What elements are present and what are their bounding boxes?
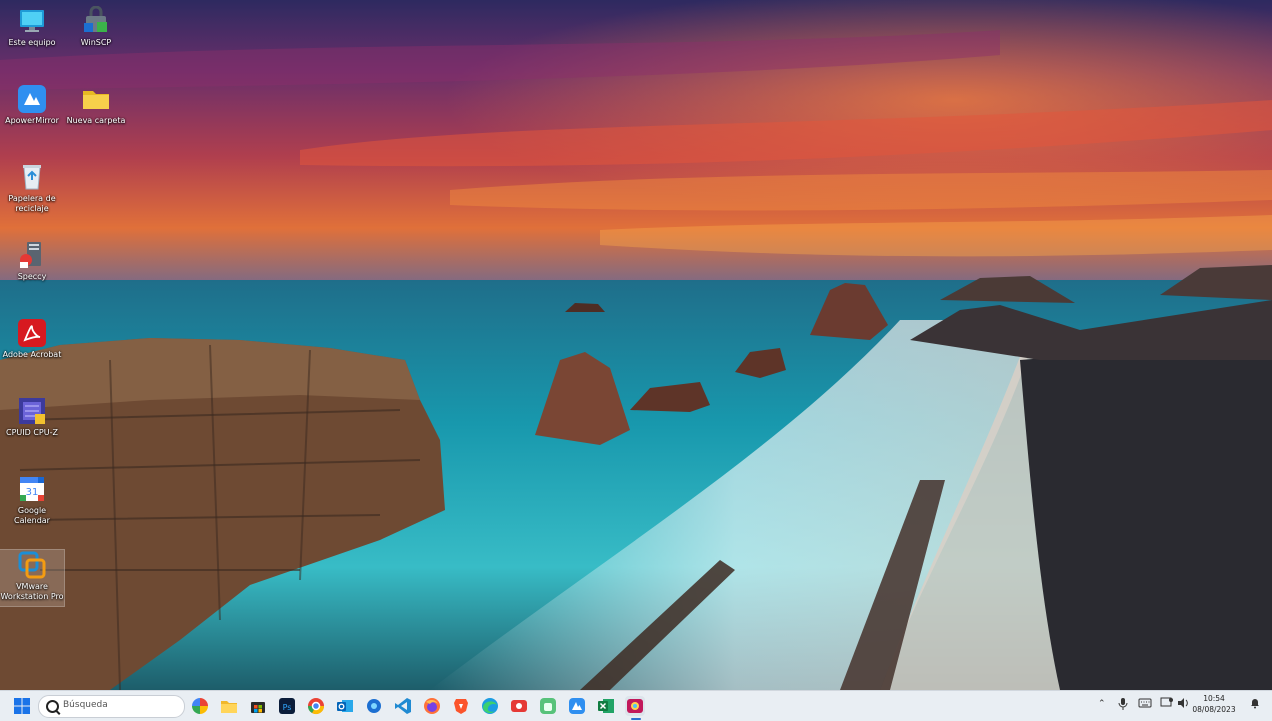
taskbar-app-copilot[interactable] (364, 696, 384, 716)
gradient-app-icon (627, 699, 643, 713)
file-explorer-icon (221, 701, 237, 713)
desktop-wallpaper (0, 0, 1272, 690)
taskbar-app-recorder[interactable] (509, 696, 529, 716)
taskbar-app-pinwheel[interactable] (190, 696, 210, 716)
excel-icon (598, 699, 614, 713)
desktop-icon-winscp[interactable]: WinSCP (64, 5, 128, 48)
winscp-icon (81, 5, 111, 36)
taskbar-app-android[interactable] (538, 696, 558, 716)
desktop-icon-label: VMware Workstation Pro (0, 582, 64, 601)
bell-icon (1251, 699, 1259, 709)
apowermirror-icon (569, 698, 585, 714)
desktop-icon-speccy[interactable]: Speccy (0, 240, 64, 282)
wallpaper-scene (0, 0, 1272, 690)
desktop-icon-adobe-acrobat[interactable]: Adobe Acrobat (0, 318, 64, 360)
recorder-icon (511, 700, 527, 712)
photoshop-icon: Ps (279, 698, 295, 714)
taskbar-app-excel[interactable] (596, 696, 616, 716)
desktop-icon-label: Este equipo (8, 38, 56, 47)
search-icon (46, 700, 59, 713)
svg-text:Ps: Ps (283, 703, 292, 712)
desktop-icon-label: Papelera de reciclaje (8, 194, 56, 213)
desktop-icon-label: ApowerMirror (5, 116, 59, 125)
taskbar-app-edge[interactable] (480, 696, 500, 716)
display-icon (1160, 697, 1173, 707)
copilot-icon (367, 699, 381, 713)
brave-icon (454, 699, 468, 714)
apowermirror-icon (17, 84, 47, 114)
desktop-icon-label: Nueva carpeta (66, 116, 126, 125)
desktop-icon-label: Google Calendar (14, 506, 50, 525)
desktop-icon-papelera[interactable]: Papelera de reciclaje (0, 162, 64, 214)
clock-date: 08/08/2023 (1192, 705, 1236, 714)
desktop-icon-label: Speccy (17, 272, 47, 281)
adobe-acrobat-icon (17, 318, 47, 348)
desktop-icon-cpu-z[interactable]: CPUID CPU-Z (0, 396, 64, 438)
vscode-icon (395, 698, 411, 714)
tray-clock[interactable]: 10:54 08/08/2023 (1188, 693, 1240, 715)
notifications-button[interactable] (1250, 697, 1260, 712)
taskbar-app-brave[interactable] (451, 696, 471, 716)
tray-display[interactable] (1160, 697, 1174, 712)
taskbar-app-store[interactable] (248, 696, 268, 716)
desktop-icon-label: WinSCP (80, 38, 112, 47)
taskbar-app-outlook[interactable] (335, 696, 355, 716)
show-hidden-icons-button[interactable]: ⌃ (1098, 699, 1106, 709)
desktop-icon-este-equipo[interactable]: Este equipo (0, 6, 64, 48)
search-placeholder: Búsqueda (63, 700, 108, 710)
desktop-icon-google-calendar[interactable]: 31 Google Calendar (0, 474, 64, 526)
recycle-bin-icon (17, 162, 47, 192)
windows-logo-icon (14, 698, 30, 714)
pinwheel-icon (192, 698, 208, 714)
microphone-icon (1118, 698, 1128, 710)
start-button[interactable] (12, 696, 32, 716)
chrome-icon (307, 698, 325, 715)
taskbar-app-vscode[interactable] (393, 696, 413, 716)
edge-icon (482, 698, 498, 714)
desktop-icon-nueva-carpeta[interactable]: Nueva carpeta (64, 84, 128, 126)
taskbar-app-apowermirror[interactable] (567, 696, 587, 716)
taskbar-app-photoshop[interactable]: Ps (277, 696, 297, 716)
taskbar: Búsqueda Ps ⌃ 10:54 08/08/2023 (0, 690, 1272, 721)
tray-keyboard[interactable] (1138, 697, 1152, 712)
taskbar-app-gradient[interactable] (625, 696, 645, 716)
keyboard-icon (1138, 698, 1152, 708)
svg-text:31: 31 (26, 487, 39, 498)
google-calendar-icon: 31 (17, 474, 47, 504)
desktop-icon-label: Adobe Acrobat (2, 350, 62, 359)
chevron-up-icon: ⌃ (1098, 699, 1106, 709)
tray-microphone[interactable] (1118, 697, 1128, 714)
outlook-icon (337, 700, 353, 712)
firefox-icon (424, 698, 440, 714)
speccy-icon (17, 240, 47, 270)
clock-time: 10:54 (1203, 694, 1225, 703)
taskbar-search-box[interactable]: Búsqueda (38, 695, 185, 718)
taskbar-app-chrome[interactable] (306, 696, 326, 716)
desktop-icon-apowermirror[interactable]: ApowerMirror (0, 84, 64, 126)
desktop-icon-label: CPUID CPU-Z (6, 428, 58, 437)
taskbar-app-firefox[interactable] (422, 696, 442, 716)
monitor-icon (17, 6, 47, 36)
android-icon (540, 698, 556, 714)
cpu-z-icon (17, 396, 47, 426)
microsoft-store-icon (251, 702, 265, 713)
folder-icon (81, 84, 111, 114)
desktop-icon-vmware[interactable]: VMware Workstation Pro (0, 549, 65, 607)
taskbar-app-file-explorer[interactable] (219, 696, 239, 716)
vmware-icon (17, 550, 47, 580)
